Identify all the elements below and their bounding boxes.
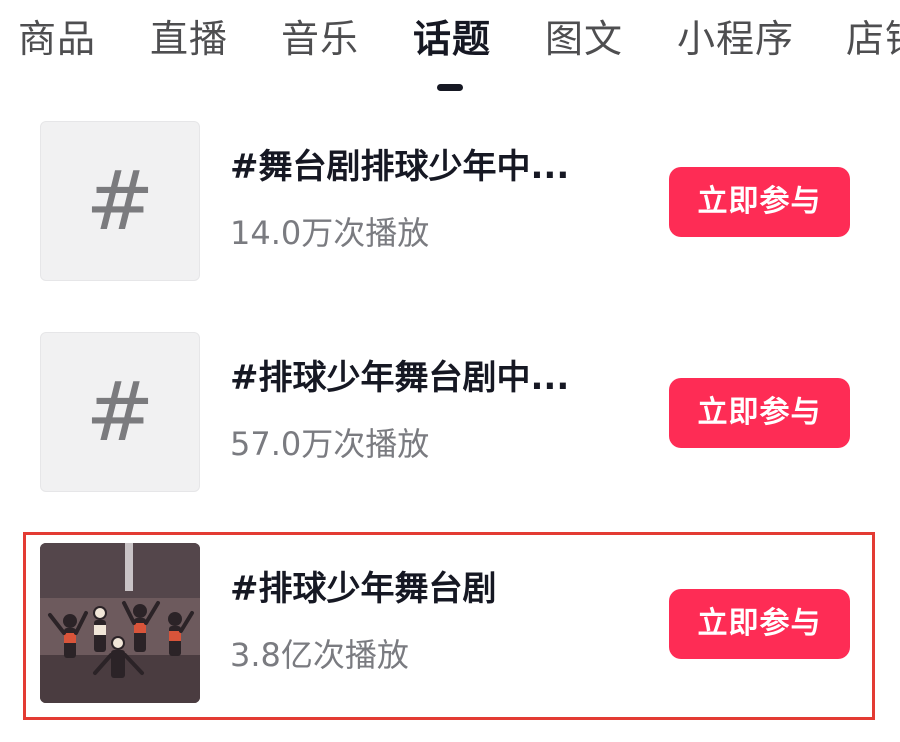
active-tab-indicator	[437, 84, 463, 91]
topic-row[interactable]: # #排球少年舞台剧中... 57.0万次播放 立即参与	[0, 332, 900, 494]
topic-play-count: 57.0万次播放	[230, 425, 430, 463]
tab-live[interactable]: 直播	[150, 14, 228, 64]
tab-image-text[interactable]: 图文	[545, 14, 623, 64]
tab-mini-program[interactable]: 小程序	[677, 14, 794, 64]
tab-stores[interactable]: 店铺	[846, 14, 900, 64]
topic-play-count: 14.0万次播放	[230, 214, 430, 252]
stage-photo-icon	[40, 543, 200, 703]
topic-row[interactable]: #排球少年舞台剧 3.8亿次播放 立即参与	[0, 543, 900, 705]
topic-row[interactable]: # #舞台剧排球少年中... 14.0万次播放 立即参与	[0, 121, 900, 283]
tab-topics[interactable]: 话题	[413, 14, 491, 64]
hash-icon: #	[85, 153, 155, 249]
topic-play-count: 3.8亿次播放	[230, 636, 409, 674]
join-now-button[interactable]: 立即参与	[669, 167, 850, 237]
join-now-button[interactable]: 立即参与	[669, 589, 850, 659]
topic-title[interactable]: #排球少年舞台剧中...	[230, 356, 610, 400]
topic-title[interactable]: #排球少年舞台剧	[230, 567, 610, 611]
topic-title[interactable]: #舞台剧排球少年中...	[230, 145, 610, 189]
tab-goods[interactable]: 商品	[18, 14, 96, 64]
hash-icon: #	[85, 364, 155, 460]
topic-thumbnail: #	[40, 121, 200, 281]
tab-music[interactable]: 音乐	[281, 14, 359, 64]
topic-search-page: 商品 直播 音乐 话题 图文 小程序 店铺 # #舞台剧排球少年中... 14.…	[0, 0, 900, 742]
category-tab-bar: 商品 直播 音乐 话题 图文 小程序 店铺	[0, 0, 900, 100]
topic-thumbnail: #	[40, 332, 200, 492]
topic-cover-image	[40, 543, 200, 703]
join-now-button[interactable]: 立即参与	[669, 378, 850, 448]
